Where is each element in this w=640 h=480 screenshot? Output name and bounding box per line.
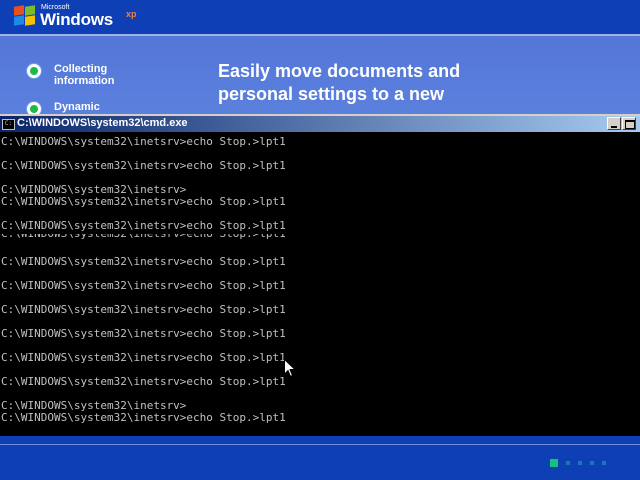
- bottom-divider: [0, 444, 640, 445]
- console-line: C:\WINDOWS\system32\inetsrv>echo Stop.>l…: [1, 411, 286, 424]
- windows-xp-logo: Microsoft Windows xp: [14, 4, 154, 30]
- cmd-window[interactable]: C: C:\WINDOWS\system32\cmd.exe C:\WINDOW…: [0, 114, 640, 438]
- windows-flag-icon: [14, 5, 36, 26]
- console-line: C:\WINDOWS\system32\inetsrv>echo Stop.>l…: [1, 135, 286, 148]
- progress-dot: [566, 461, 570, 465]
- progress-dot: [602, 461, 606, 465]
- logo-xp-text: xp: [126, 9, 137, 19]
- progress-dot: [590, 461, 594, 465]
- setup-headline: Easily move documents and personal setti…: [218, 61, 461, 104]
- progress-dot: [550, 459, 558, 467]
- console-line: C:\WINDOWS\system32\inetsrv>echo Stop.>l…: [1, 159, 286, 172]
- mouse-pointer-icon: [284, 359, 296, 378]
- console-line: C:\WINDOWS\system32\inetsrv>echo Stop.>l…: [1, 279, 286, 292]
- logo-windows-text: Windows: [40, 10, 114, 29]
- console-line: C:\WINDOWS\system32\inetsrv>echo Stop.>l…: [1, 255, 286, 268]
- step-label-line2: information: [54, 75, 115, 87]
- progress-dot: [578, 461, 582, 465]
- console-line: C:\WINDOWS\system32\inetsrv>echo Stop.>l…: [1, 303, 286, 316]
- setup-step-collecting: Collecting information: [26, 63, 115, 87]
- console-line: C:\WINDOWS\system32\inetsrv>echo Stop.>l…: [1, 195, 286, 208]
- minimize-button[interactable]: [607, 117, 621, 130]
- console-line: C:\WINDOWS\system32\inetsrv>echo Stop.>l…: [1, 327, 286, 340]
- setup-progress-indicator: [550, 459, 606, 467]
- console-line: C:\WINDOWS\system32\inetsrv>echo Stop.>l…: [1, 219, 286, 232]
- setup-top-bar: Microsoft Windows xp: [0, 0, 640, 34]
- maximize-button[interactable]: [622, 117, 636, 130]
- console-output[interactable]: C:\WINDOWS\system32\inetsrv>echo Stop.>l…: [0, 134, 640, 436]
- console-line: C:\WINDOWS\system32\inetsrv>echo Stop.>l…: [1, 375, 286, 388]
- step-label-line1: Dynamic: [54, 101, 100, 113]
- console-line: C:\WINDOWS\system32\inetsrv>echo Stop.>l…: [1, 351, 286, 364]
- cmd-window-title: C:\WINDOWS\system32\cmd.exe: [17, 117, 188, 129]
- setup-bottom-bar: [0, 436, 640, 480]
- cmd-title-bar[interactable]: C: C:\WINDOWS\system32\cmd.exe: [0, 116, 640, 132]
- step-label-line1: Collecting: [54, 63, 108, 75]
- step-complete-icon: [26, 63, 42, 79]
- cmd-icon[interactable]: C:: [2, 119, 15, 130]
